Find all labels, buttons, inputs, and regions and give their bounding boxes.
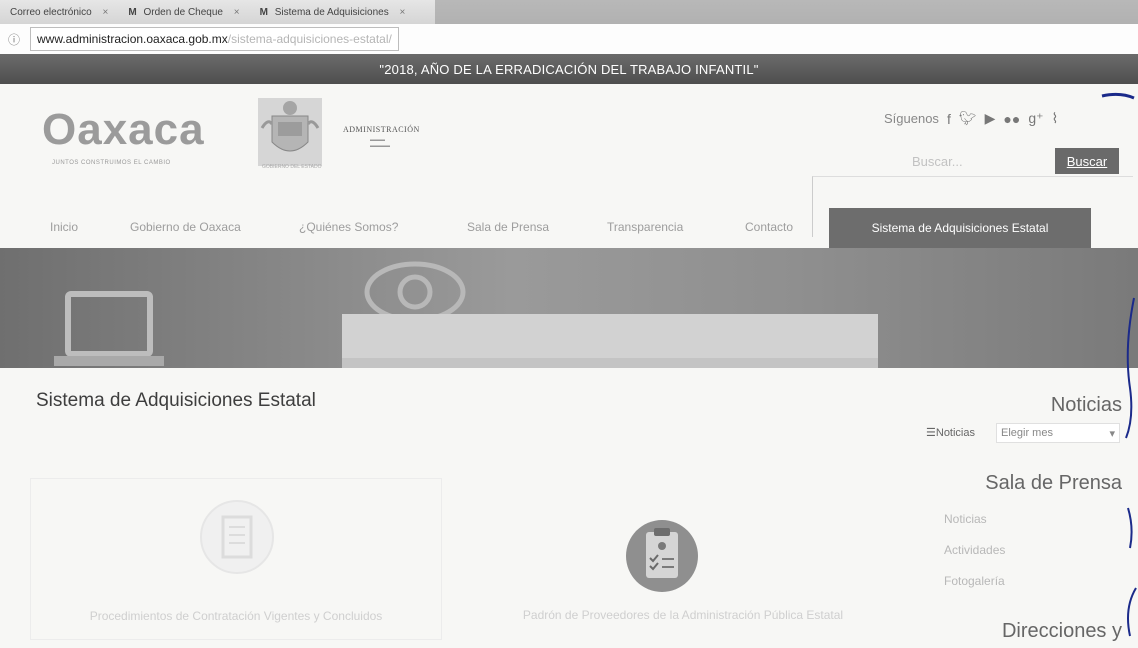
sidebar-link-noticias[interactable]: Noticias (944, 512, 987, 526)
clipboard-checklist-icon (626, 520, 698, 592)
motto-banner: "2018, AÑO DE LA ERRADICACIÓN DEL TRABAJ… (0, 54, 1138, 84)
nav-item-sistema-adquisiciones[interactable]: Sistema de Adquisiciones Estatal (829, 208, 1091, 248)
twitter-icon[interactable]: 🐦︎ (959, 110, 977, 127)
card-label: Procedimientos de Contratación Vigentes … (89, 609, 383, 623)
browser-tab[interactable]: M Orden de Cheque × (118, 7, 249, 18)
tab-label: Orden de Cheque (143, 6, 223, 18)
nav-item-gobierno[interactable]: Gobierno de Oaxaca (130, 220, 241, 234)
browser-tab-strip: Correo electrónico × M Orden de Cheque ×… (0, 0, 1138, 24)
facebook-icon[interactable]: f (947, 111, 951, 127)
tab-label: Sistema de Adquisiciones (274, 6, 389, 18)
nav-item-quienes-somos[interactable]: ¿Quiénes Somos? (299, 220, 398, 234)
browser-tab-active[interactable]: M Sistema de Adquisiciones × (250, 7, 416, 18)
sidebar-link-fotogaleria[interactable]: Fotogalería (944, 574, 1005, 588)
card-label: Padrón de Proveedores de la Administraci… (522, 608, 844, 622)
sidebar-heading-noticias: Noticias (1050, 394, 1122, 416)
archive-label: ☰Noticias (926, 427, 975, 439)
card-supplier-registry[interactable]: Padrón de Proveedores de la Administraci… (478, 478, 888, 638)
nav-item-sala-de-prensa[interactable]: Sala de Prensa (467, 220, 549, 234)
close-icon[interactable]: × (399, 7, 405, 18)
search-input[interactable] (818, 148, 1054, 174)
page-title: Sistema de Adquisiciones Estatal (36, 390, 316, 411)
url-host: www.administracion.oaxaca.gob.mx (37, 32, 228, 46)
archive-month-select[interactable]: Elegir mes ▾ (996, 423, 1120, 443)
card-contracting-procedures[interactable]: Procedimientos de Contratación Vigentes … (30, 478, 442, 640)
sidebar-link-actividades[interactable]: Actividades (944, 543, 1005, 557)
admin-label: ADMINISTRACIÓN (343, 125, 420, 134)
logo-tagline: JUNTOS CONSTRUIMOS EL CAMBIO (52, 160, 171, 166)
site-favicon-icon: M (128, 6, 137, 18)
crest-caption: GOBIERNO DEL ESTADO (262, 164, 322, 170)
close-icon[interactable]: × (103, 7, 109, 18)
close-icon[interactable]: × (234, 7, 240, 18)
url-path: /sistema-adquisiciones-estatal/ (227, 32, 392, 46)
social-label: Síguenos (884, 111, 939, 126)
site-logo[interactable]: Oaxaca (42, 108, 205, 152)
hero-light-panel (342, 314, 878, 358)
social-links: Síguenos f 🐦︎ ▶ ●● g⁺ ⌇ (884, 110, 1058, 127)
contract-document-icon (200, 500, 274, 574)
archive-select-value: Elegir mes (1001, 427, 1053, 439)
hero-panel-shadow (342, 358, 878, 368)
browser-tab[interactable]: Correo electrónico × (0, 7, 118, 18)
nav-item-transparencia[interactable]: Transparencia (607, 220, 683, 234)
chevron-down-icon: ▾ (1109, 427, 1115, 440)
search-button[interactable]: Buscar (1055, 148, 1119, 174)
sidebar-heading-sala-de-prensa: Sala de Prensa (985, 472, 1122, 494)
state-crest-icon (258, 98, 322, 166)
site-favicon-icon: M (259, 6, 268, 18)
main-nav: Inicio Gobierno de Oaxaca ¿Quiénes Somos… (0, 208, 1138, 248)
admin-sublabel-graphic: ▬▬▬ ▬▬▬▬ (370, 137, 390, 149)
laptop-icon (54, 291, 164, 366)
google-plus-icon[interactable]: g⁺ (1028, 110, 1043, 127)
motto-text: "2018, AÑO DE LA ERRADICACIÓN DEL TRABAJ… (379, 61, 759, 77)
tab-label: Correo electrónico (10, 6, 92, 18)
sidebar-heading-direcciones: Direcciones y (1001, 620, 1122, 642)
address-bar: ⓘ www.administracion.oaxaca.gob.mx /sist… (0, 24, 1138, 55)
archive-label-text: Noticias (935, 427, 975, 439)
site-info-icon[interactable]: ⓘ (8, 31, 22, 48)
tab-strip-empty (435, 0, 1138, 24)
url-field[interactable]: www.administracion.oaxaca.gob.mx /sistem… (30, 27, 399, 51)
nav-item-contacto[interactable]: Contacto (745, 220, 793, 234)
hero-banner (0, 248, 1138, 368)
rss-icon[interactable]: ⌇ (1052, 110, 1059, 127)
flickr-icon[interactable]: ●● (1003, 111, 1020, 127)
nav-item-inicio[interactable]: Inicio (50, 220, 78, 234)
youtube-icon[interactable]: ▶ (985, 110, 996, 127)
